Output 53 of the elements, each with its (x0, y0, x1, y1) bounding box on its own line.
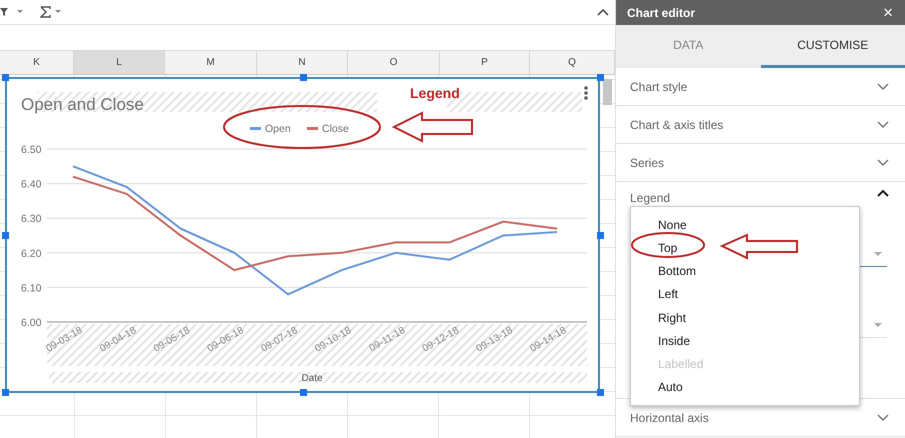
tab[interactable]: CUSTOMISE (760, 25, 905, 68)
menu-item[interactable]: Left (631, 282, 859, 306)
annotation-label: Legend (410, 84, 460, 103)
legend-item: Open (250, 123, 291, 135)
resize-handle[interactable] (2, 389, 9, 396)
caret-icon[interactable] (874, 252, 882, 257)
axis-tick-label: 6.30 (21, 213, 42, 226)
axis-tick-label: 6.20 (21, 248, 42, 260)
resize-handle[interactable] (300, 389, 307, 396)
column-header[interactable]: P (440, 51, 530, 74)
axis-tick-label: 6.00 (21, 317, 42, 329)
column-header[interactable]: O (348, 51, 440, 74)
legend-label: Close (322, 123, 350, 135)
close-button[interactable]: × (883, 4, 893, 21)
filter-icon[interactable] (0, 7, 9, 17)
more-options-icon[interactable] (584, 86, 588, 100)
menu-item[interactable]: Top (631, 236, 859, 260)
resize-handle[interactable] (2, 74, 9, 81)
axis-tick-label: 6.10 (21, 282, 42, 294)
menu-item[interactable]: Auto (631, 376, 859, 399)
caret-icon[interactable] (874, 323, 882, 328)
menu-item[interactable]: None (631, 213, 859, 236)
resize-handle[interactable] (597, 232, 604, 239)
section-header[interactable]: Legend (616, 182, 905, 216)
axis-tick-label: 6.40 (21, 178, 42, 191)
resize-handle[interactable] (597, 74, 604, 81)
section-header[interactable]: Chart & axis titles (616, 106, 905, 144)
section-header[interactable]: Series (616, 144, 905, 182)
menu-item[interactable]: Inside (631, 329, 859, 352)
chevron-down-icon (877, 120, 889, 128)
section-header[interactable]: Chart style (616, 68, 905, 106)
resize-handle[interactable] (2, 232, 9, 239)
sum-icon[interactable] (40, 6, 51, 18)
column-header[interactable]: M (165, 51, 257, 74)
chevron-down-icon (877, 414, 889, 422)
chevron-down-icon (877, 82, 889, 90)
resize-handle[interactable] (300, 74, 307, 81)
column-header[interactable]: L (74, 51, 165, 74)
scrollbar[interactable] (603, 79, 612, 105)
chart-title: Open and Close (21, 95, 144, 114)
chevron-down-icon (877, 158, 889, 166)
menu-item[interactable]: Bottom (631, 260, 859, 283)
chevron-up-icon (877, 189, 889, 197)
caret-icon[interactable] (17, 10, 24, 14)
panel-title: Chart editor (627, 4, 696, 22)
axis-title: Date (301, 373, 323, 384)
caret-icon[interactable] (55, 10, 62, 14)
legend-label: Open (265, 123, 291, 135)
axis-tick-label: 6.50 (21, 144, 42, 156)
legend-item: Close (307, 123, 349, 135)
collapse-icon[interactable] (597, 8, 609, 16)
menu-item[interactable]: Right (631, 306, 859, 330)
resize-handle[interactable] (597, 389, 604, 396)
